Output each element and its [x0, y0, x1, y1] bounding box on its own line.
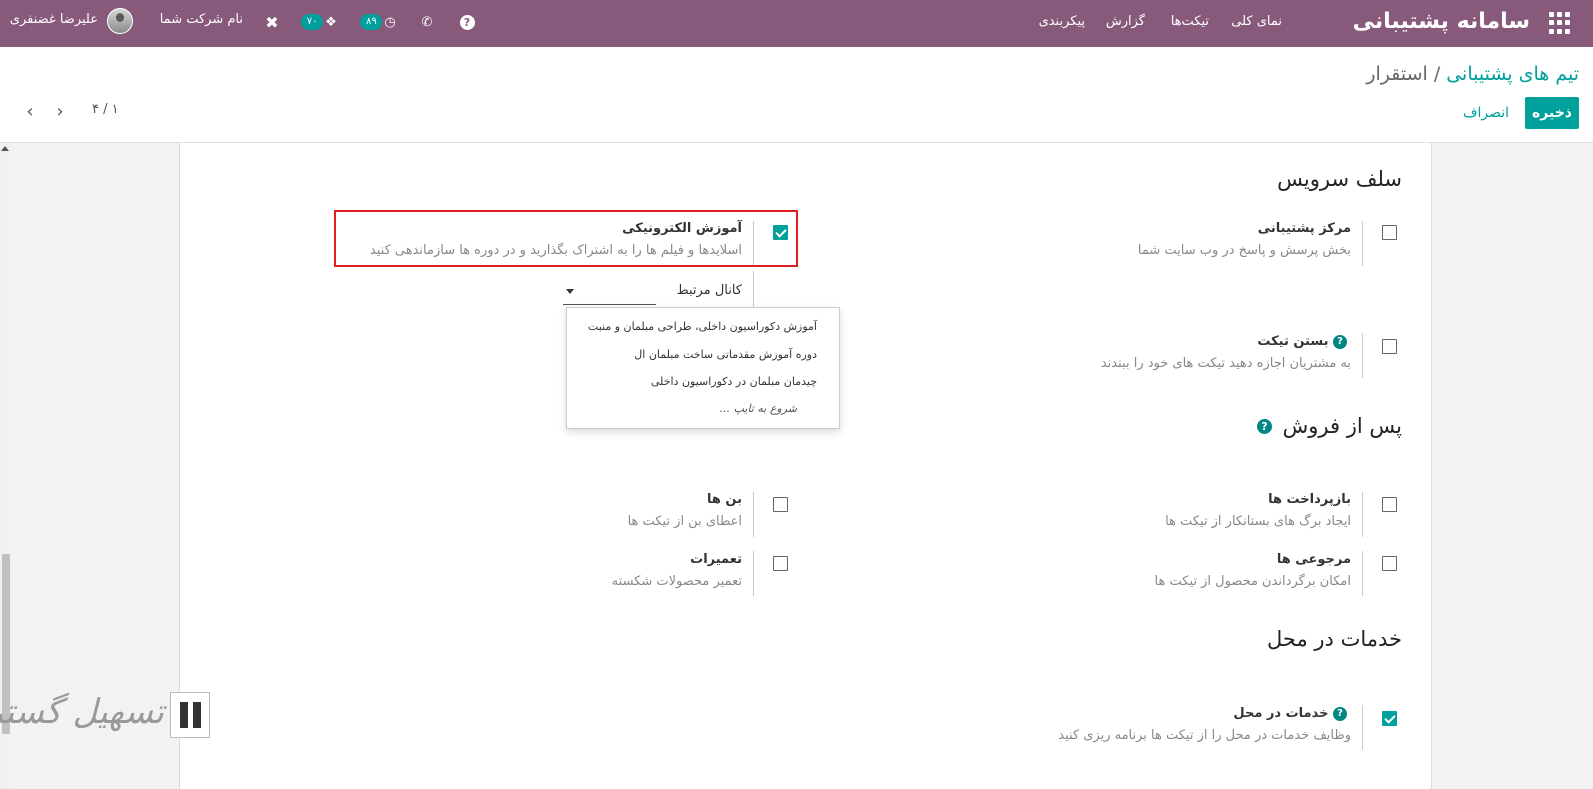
app-brand[interactable]: سامانه پشتیبانی	[1353, 6, 1530, 38]
breadcrumb-current: استقرار	[1366, 63, 1428, 85]
breadcrumb-separator: /	[1433, 63, 1441, 85]
help-center-desc: بخش پرسش و پاسخ در وب سایت شما	[1137, 243, 1351, 258]
section-title-after-sales: پس از فروش ?	[1256, 414, 1402, 438]
repairs-title: تعمیرات	[690, 552, 742, 567]
apps-menu-icon[interactable]	[1549, 12, 1571, 34]
divider	[753, 492, 754, 537]
pager-value[interactable]: ۴ / ۱	[92, 102, 119, 117]
help-icon[interactable]: ?	[1333, 707, 1347, 721]
highlight-box	[334, 210, 798, 267]
user-menu[interactable]: علیرضا غضنفری	[10, 12, 98, 27]
close-ticket-checkbox[interactable]	[1382, 339, 1397, 354]
related-channel-select[interactable]	[563, 281, 656, 305]
related-channel-label: کانال مرتبط	[676, 283, 742, 298]
refunds-desc: ایجاد برگ های بستانکار از تیکت ها	[1165, 514, 1351, 529]
coupons-checkbox[interactable]	[773, 497, 788, 512]
watermark: تسهیل گستر	[0, 690, 210, 745]
divider	[1362, 492, 1363, 537]
user-avatar[interactable]	[107, 8, 133, 34]
messaging-icon[interactable]: ۷۰ ❖	[297, 11, 341, 33]
channel-option[interactable]: آموزش دکوراسیون داخلی، طراحی مبلمان و من…	[588, 320, 817, 333]
divider	[1362, 705, 1363, 750]
breadcrumb: تیم های پشتیبانی/استقرار	[1366, 60, 1579, 88]
save-button[interactable]: ذخیره	[1525, 97, 1579, 129]
divider	[1362, 221, 1363, 266]
control-panel: تیم های پشتیبانی/استقرار ذخیره انصراف ۴ …	[0, 47, 1593, 143]
coupons-desc: اعطای بن از تیکت ها	[627, 514, 742, 529]
menu-reporting[interactable]: گزارش	[1106, 12, 1145, 32]
company-switcher[interactable]: نام شرکت شما	[160, 12, 243, 27]
repairs-checkbox[interactable]	[773, 556, 788, 571]
help-center-checkbox[interactable]	[1382, 225, 1397, 240]
help-icon[interactable]: ?	[1333, 335, 1347, 349]
close-ticket-desc: به مشتریان اجازه دهید تیکت های خود را بب…	[1100, 356, 1351, 371]
phone-icon[interactable]: ✆	[417, 11, 437, 33]
channel-dropdown: آموزش دکوراسیون داخلی، طراحی مبلمان و من…	[566, 307, 840, 429]
divider	[1362, 551, 1363, 596]
close-ticket-title-text: بستن تیکت	[1257, 334, 1329, 349]
menu-overview[interactable]: نمای کلی	[1231, 12, 1282, 32]
repairs-desc: تعمیر محصولات شکسته	[611, 574, 742, 589]
help-center-title: مرکز پشتیبانی	[1257, 221, 1351, 236]
scroll-up-arrow-icon[interactable]	[1, 146, 9, 151]
help-icon[interactable]: ?	[1256, 419, 1272, 434]
field-service-title: خدمات در محل ?	[1233, 706, 1351, 721]
section-title-after-sales-text: پس از فروش	[1282, 414, 1402, 438]
refunds-title: بازپرداخت ها	[1268, 492, 1351, 507]
divider	[753, 271, 754, 309]
watermark-logo-icon	[170, 692, 210, 738]
chat-icon: ❖	[325, 14, 337, 30]
returns-checkbox[interactable]	[1382, 556, 1397, 571]
top-navbar: سامانه پشتیبانی نمای کلی تیکت‌ها گزارش پ…	[0, 0, 1593, 47]
section-title-onsite: خدمات در محل	[1267, 627, 1402, 651]
watermark-text: تسهیل گستر	[0, 692, 164, 732]
clock-icon: ◷	[384, 14, 396, 30]
activity-badge: ۸۹	[360, 14, 383, 30]
returns-desc: امکان برگرداندن محصول از تیکت ها	[1154, 574, 1351, 589]
activity-icon[interactable]: ۸۹ ◷	[358, 11, 398, 33]
help-icon[interactable]: ?	[457, 11, 477, 33]
menu-tickets[interactable]: تیکت‌ها	[1171, 12, 1209, 32]
refunds-checkbox[interactable]	[1382, 497, 1397, 512]
coupons-title: بن ها	[706, 492, 742, 507]
field-service-desc: وظایف خدمات در محل را از تیکت ها برنامه …	[1058, 728, 1351, 743]
pager-next-icon[interactable]: ›	[50, 103, 70, 123]
tools-icon[interactable]: ✖	[262, 11, 282, 33]
discard-button[interactable]: انصراف	[1463, 97, 1509, 129]
caret-down-icon[interactable]	[566, 289, 574, 294]
messages-badge: ۷۰	[301, 14, 324, 30]
returns-title: مرجوعی ها	[1276, 552, 1351, 567]
breadcrumb-parent[interactable]: تیم های پشتیبانی	[1446, 63, 1579, 85]
divider	[1362, 333, 1363, 378]
channel-search-hint[interactable]: شروع به تایپ ...	[720, 402, 797, 415]
pager-previous-icon[interactable]: ‹	[20, 103, 40, 123]
field-service-checkbox[interactable]	[1382, 711, 1397, 726]
close-ticket-title: بستن تیکت ?	[1257, 334, 1351, 349]
channel-option[interactable]: چیدمان مبلمان در دکوراسیون داخلی	[651, 375, 817, 388]
section-title-self-service: سلف سرویس	[1277, 167, 1402, 191]
menu-configuration[interactable]: پیکربندی	[1039, 12, 1085, 32]
field-service-title-text: خدمات در محل	[1233, 706, 1329, 721]
divider	[753, 551, 754, 596]
channel-option[interactable]: دوره آموزش مقدماتی ساخت مبلمان ال	[634, 348, 817, 361]
